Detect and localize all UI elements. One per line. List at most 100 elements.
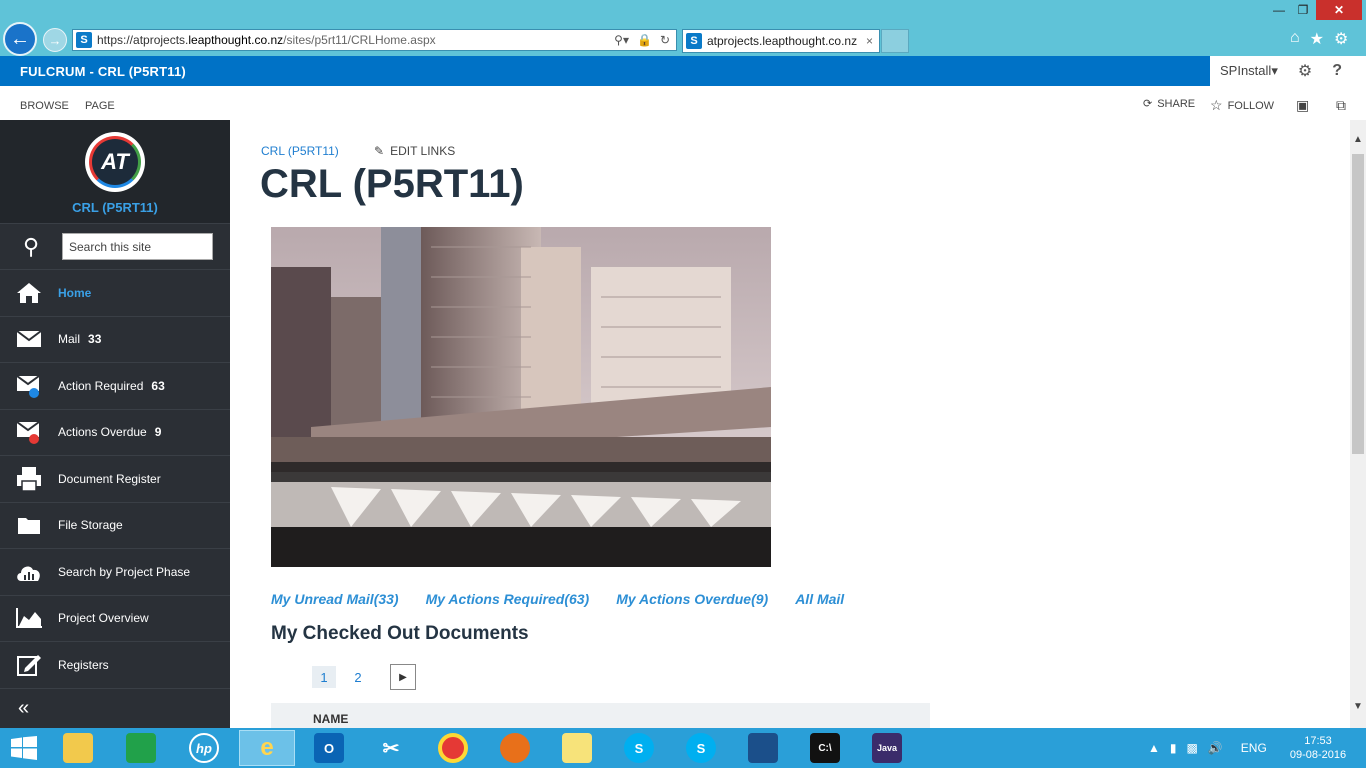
link-my-actions-overdue[interactable]: My Actions Overdue(9) bbox=[616, 591, 768, 607]
close-window-button[interactable]: ✕ bbox=[1316, 0, 1362, 20]
forward-button[interactable]: → bbox=[43, 28, 67, 52]
edit-links-button[interactable]: ✎ EDIT LINKS bbox=[374, 144, 455, 158]
page-1[interactable]: 1 bbox=[312, 666, 336, 688]
file-explorer-app[interactable] bbox=[50, 730, 106, 766]
lock-icon[interactable]: 🔒 bbox=[637, 33, 652, 47]
internet-explorer-app[interactable]: e bbox=[239, 730, 295, 766]
url-prefix: https://atprojects. bbox=[97, 33, 189, 47]
outlook-app[interactable]: O bbox=[301, 730, 357, 766]
terminal-icon: C:\ bbox=[810, 733, 840, 763]
sticky-notes-app[interactable] bbox=[549, 730, 605, 766]
mail-info-icon bbox=[0, 373, 58, 399]
battery-icon[interactable]: ▮ bbox=[1170, 741, 1177, 755]
monitor-icon bbox=[748, 733, 778, 763]
tab-title: atprojects.leapthought.co.nz bbox=[707, 34, 858, 48]
new-tab-button[interactable] bbox=[881, 29, 909, 53]
actions-overdue-count: 9 bbox=[154, 425, 162, 440]
sidebar-item-action-required[interactable]: Action Required 63 bbox=[0, 363, 230, 410]
page-2[interactable]: 2 bbox=[346, 666, 370, 688]
page-scrollbar[interactable]: ▲ ▼ bbox=[1350, 120, 1366, 728]
restore-button[interactable]: ❐ bbox=[1291, 0, 1315, 20]
focus-content-icon[interactable]: ▣ bbox=[1296, 97, 1309, 114]
link-all-mail[interactable]: All Mail bbox=[795, 591, 844, 607]
skype-business-app[interactable]: S bbox=[673, 730, 729, 766]
printer-icon bbox=[0, 466, 58, 492]
embed-icon[interactable]: ⧉ bbox=[1336, 97, 1346, 114]
skype-app[interactable]: S bbox=[611, 730, 667, 766]
link-my-actions-required[interactable]: My Actions Required(63) bbox=[426, 591, 590, 607]
show-hidden-icons-icon[interactable]: ▲ bbox=[1148, 741, 1160, 755]
network-icon[interactable]: ▩ bbox=[1187, 741, 1198, 755]
chrome-app[interactable] bbox=[425, 730, 481, 766]
favorites-star-icon[interactable]: ★ bbox=[1310, 29, 1324, 49]
hp-app[interactable]: hp bbox=[176, 730, 232, 766]
chrome-icon bbox=[438, 733, 468, 763]
ie-icon: e bbox=[260, 734, 274, 761]
sidebar-item-actions-overdue[interactable]: Actions Overdue 9 bbox=[0, 410, 230, 456]
sidebar-item-home[interactable]: Home bbox=[0, 270, 230, 317]
sidebar-item-search-by-project-phase[interactable]: Search by Project Phase bbox=[0, 549, 230, 596]
suite-title[interactable]: FULCRUM - CRL (P5RT11) bbox=[20, 64, 186, 79]
scroll-thumb[interactable] bbox=[1352, 154, 1364, 454]
sidebar-item-mail[interactable]: Mail 33 bbox=[0, 317, 230, 363]
column-name-header[interactable]: NAME bbox=[313, 712, 348, 726]
store-app[interactable] bbox=[113, 730, 169, 766]
help-icon[interactable]: ? bbox=[1332, 62, 1342, 80]
scroll-down-icon[interactable]: ▼ bbox=[1353, 701, 1363, 712]
volume-icon[interactable]: 🔊 bbox=[1208, 741, 1223, 755]
sharepoint-favicon-icon: S bbox=[76, 32, 92, 48]
firefox-app[interactable] bbox=[487, 730, 543, 766]
breadcrumb[interactable]: CRL (P5RT11) bbox=[261, 144, 339, 158]
table-header: NAME bbox=[271, 703, 930, 728]
refresh-icon[interactable]: ↻ bbox=[660, 33, 670, 47]
share-button[interactable]: ⟳ SHARE bbox=[1143, 97, 1195, 111]
site-logo[interactable]: AT bbox=[85, 132, 145, 192]
main-content: CRL (P5RT11) ✎ EDIT LINKS CRL (P5RT11) M… bbox=[230, 120, 1350, 728]
link-my-unread-mail[interactable]: My Unread Mail(33) bbox=[271, 591, 399, 607]
command-prompt-app[interactable]: C:\ bbox=[797, 730, 853, 766]
search-dropdown-icon[interactable]: ⚲▾ bbox=[614, 33, 629, 47]
next-page-icon[interactable]: ▶ bbox=[390, 664, 416, 690]
sidebar-item-file-storage[interactable]: File Storage bbox=[0, 503, 230, 549]
ribbon: BROWSE PAGE ⟳ SHARE ☆ FOLLOW ▣ ⧉ bbox=[0, 86, 1366, 120]
scroll-up-icon[interactable]: ▲ bbox=[1353, 134, 1363, 145]
share-icon: ⟳ bbox=[1143, 98, 1153, 110]
site-name[interactable]: CRL (P5RT11) bbox=[0, 200, 230, 215]
minimize-button[interactable]: — bbox=[1267, 0, 1291, 20]
sidebar-item-label: Action Required bbox=[58, 378, 144, 393]
tab-page[interactable]: PAGE bbox=[85, 100, 115, 112]
browser-chrome: ← → S https://atprojects. leapthought.co.… bbox=[0, 0, 1366, 56]
back-button[interactable]: ← bbox=[3, 22, 37, 56]
java-ee-ide-app[interactable]: Java bbox=[859, 730, 915, 766]
sidebar-item-label: Search by Project Phase bbox=[58, 564, 191, 579]
sidebar-item-project-overview[interactable]: Project Overview bbox=[0, 596, 230, 642]
sidebar-item-registers[interactable]: Registers bbox=[0, 642, 230, 689]
browser-toolbar: ⌂ ★ ⚙ bbox=[1290, 29, 1348, 49]
settings-gear-icon[interactable]: ⚙ bbox=[1298, 61, 1312, 81]
remote-desktop-app[interactable] bbox=[735, 730, 791, 766]
clock[interactable]: 17:53 09-08-2016 bbox=[1288, 734, 1348, 762]
tab-browse[interactable]: BROWSE bbox=[20, 100, 69, 112]
sidebar-item-document-register[interactable]: Document Register bbox=[0, 456, 230, 503]
language-indicator[interactable]: ENG bbox=[1241, 741, 1267, 755]
browser-tab[interactable]: S atprojects.leapthought.co.nz × bbox=[682, 29, 880, 53]
tab-favicon-icon: S bbox=[686, 33, 702, 49]
left-navigation: AT CRL (P5RT11) ⚲ Search this site Home … bbox=[0, 120, 230, 728]
tab-close-icon[interactable]: × bbox=[866, 34, 873, 48]
user-menu[interactable]: SPInstall▾ bbox=[1220, 63, 1278, 79]
search-icon[interactable]: ⚲ bbox=[0, 234, 62, 260]
search-input[interactable]: Search this site bbox=[62, 233, 213, 260]
snipping-tool-app[interactable]: ✂ bbox=[363, 730, 419, 766]
home-page-icon[interactable]: ⌂ bbox=[1290, 29, 1300, 49]
tools-gear-icon[interactable]: ⚙ bbox=[1334, 29, 1348, 49]
edit-icon bbox=[0, 653, 58, 677]
folder-icon bbox=[0, 515, 58, 535]
collapse-nav-icon[interactable]: « bbox=[0, 689, 230, 729]
cloud-chart-icon bbox=[0, 561, 58, 583]
sidebar-item-label: Registers bbox=[58, 657, 109, 672]
skype-icon: S bbox=[624, 733, 654, 763]
address-bar[interactable]: S https://atprojects. leapthought.co.nz/s… bbox=[72, 29, 677, 51]
windows-start-icon[interactable] bbox=[10, 736, 38, 760]
clock-time: 17:53 bbox=[1304, 735, 1332, 747]
follow-button[interactable]: ☆ FOLLOW bbox=[1210, 97, 1274, 114]
